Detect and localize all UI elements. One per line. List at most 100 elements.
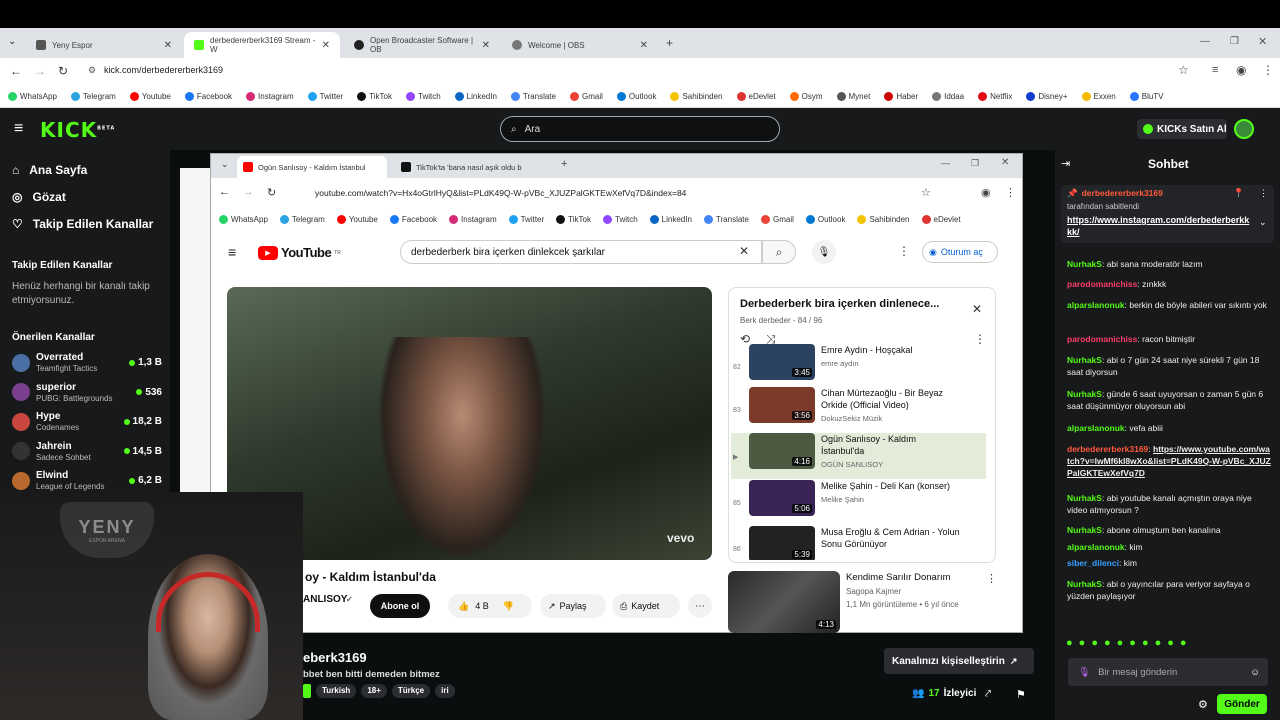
- customize-channel-button[interactable]: Kanalınızı kişiselleştirin ↗: [884, 648, 1034, 674]
- send-button[interactable]: Gönder: [1217, 694, 1267, 714]
- bookmark-item[interactable]: Facebook: [184, 92, 232, 101]
- chat-username[interactable]: alparslanonuk: [1067, 300, 1125, 310]
- recommended-channel[interactable]: Overrated Teamfight Tactics 1,3 B: [12, 352, 162, 373]
- bookmark-item[interactable]: Gmail: [569, 92, 603, 101]
- back-icon[interactable]: ←: [10, 64, 22, 78]
- tag[interactable]: Türkçe: [391, 684, 431, 698]
- bookmark-item[interactable]: Twitch: [406, 92, 441, 101]
- share-icon[interactable]: ⤤: [985, 688, 991, 701]
- chat-username[interactable]: parodomanichiss: [1067, 279, 1137, 289]
- emote-icon[interactable]: ●: [1167, 637, 1174, 653]
- menu-dots-icon[interactable]: ⋮: [1262, 63, 1274, 77]
- emote-icon[interactable]: ●: [1066, 637, 1073, 653]
- bookmark-star-icon[interactable]: ☆: [1178, 63, 1189, 77]
- browser-tab[interactable]: Welcome | OBS ✕: [502, 32, 658, 58]
- bookmark-item[interactable]: Haber: [884, 92, 918, 101]
- collapse-chat-icon[interactable]: ⇥: [1061, 157, 1070, 170]
- recommended-channel[interactable]: Hype Codenames 18,2 B: [12, 411, 162, 432]
- bookmark-item[interactable]: Telegram: [70, 92, 116, 101]
- profile-icon[interactable]: ◉: [1236, 63, 1246, 77]
- recommended-channel[interactable]: Elwind League of Legends 6,2 B: [12, 470, 162, 491]
- emote-icon[interactable]: ●: [1117, 637, 1124, 653]
- bookmark-item[interactable]: Outlook: [616, 92, 656, 101]
- chat-username[interactable]: siber_dilenci: [1067, 558, 1119, 568]
- chat-input[interactable]: 🎙 Bir mesaj gönderin ☺: [1068, 658, 1268, 686]
- chat-username[interactable]: NurhakS: [1067, 579, 1102, 589]
- chat-username[interactable]: derbedererberk3169: [1067, 444, 1148, 454]
- kick-logo[interactable]: KICKBETA: [40, 118, 115, 142]
- nav-home[interactable]: ⌂ Ana Sayfa: [12, 163, 87, 177]
- site-info-icon[interactable]: ⚙: [88, 65, 96, 76]
- chat-username[interactable]: alparslanonuk: [1067, 423, 1125, 433]
- bookmark-item[interactable]: Iddaa: [932, 92, 964, 101]
- emote-icon[interactable]: ●: [1079, 637, 1086, 653]
- forward-icon[interactable]: →: [34, 64, 46, 78]
- tag[interactable]: 18+: [361, 684, 387, 698]
- emote-icon[interactable]: ●: [1091, 637, 1098, 653]
- bookmark-item[interactable]: BluTV: [1129, 92, 1164, 101]
- bookmark-item[interactable]: eDevlet: [736, 92, 776, 101]
- chat-username[interactable]: NurhakS: [1067, 389, 1102, 399]
- chat-username[interactable]: NurhakS: [1067, 525, 1102, 535]
- pin-menu-icon[interactable]: ⋮: [1259, 188, 1268, 199]
- unpin-icon[interactable]: 📍: [1233, 188, 1244, 199]
- expand-icon[interactable]: ⌄: [1259, 217, 1267, 228]
- emote-icon[interactable]: ●: [1142, 637, 1149, 653]
- user-avatar[interactable]: [1234, 119, 1254, 139]
- url-field[interactable]: kick.com/derbedererberk3169: [104, 65, 223, 75]
- chat-username[interactable]: NurhakS: [1067, 355, 1102, 365]
- buy-kicks-button[interactable]: KICKs Satın Al: [1137, 119, 1227, 139]
- close-icon[interactable]: ✕: [640, 40, 648, 51]
- nav-browse[interactable]: ◎ Gözat: [12, 190, 66, 204]
- bookmark-item[interactable]: Disney+: [1026, 92, 1068, 101]
- bookmark-item[interactable]: Exxen: [1081, 92, 1116, 101]
- hamburger-menu-icon[interactable]: ≡: [14, 120, 23, 138]
- bookmark-item[interactable]: LinkedIn: [454, 92, 497, 101]
- bookmark-item[interactable]: Netflix: [978, 92, 1012, 101]
- bookmark-item[interactable]: Instagram: [246, 92, 294, 101]
- search-input[interactable]: ⌕ Ara: [500, 116, 780, 142]
- emote-icon[interactable]: ●: [1155, 637, 1162, 653]
- chat-username[interactable]: alparslanonuk: [1067, 542, 1125, 552]
- pinned-link[interactable]: https://www.instagram.com/derbederberkkk…: [1067, 214, 1252, 238]
- bookmark-item[interactable]: Mynet: [836, 92, 870, 101]
- close-icon[interactable]: ✕: [322, 40, 330, 51]
- bookmark-item[interactable]: TikTok: [357, 92, 392, 101]
- bookmark-item[interactable]: Twitter: [307, 92, 343, 101]
- recommended-channel[interactable]: Jahrein Sadece Sohbet 14,5 B: [12, 441, 162, 462]
- recommended-channel[interactable]: superior PUBG: Battlegrounds 536: [12, 382, 162, 403]
- emote-bar[interactable]: ● ● ● ● ● ● ● ● ● ●: [1066, 637, 1274, 653]
- bookmark-item[interactable]: Youtube: [129, 92, 171, 101]
- reload-icon[interactable]: ↻: [58, 64, 68, 78]
- chat-message: alparslanonuk: berkin de böyle abileri v…: [1067, 299, 1272, 311]
- bookmark-item[interactable]: Osym: [789, 92, 823, 101]
- media-icon[interactable]: ≡: [1212, 64, 1218, 76]
- emoji-icon[interactable]: ☺: [1250, 667, 1260, 678]
- nav-following[interactable]: ♡ Takip Edilen Kanallar: [12, 217, 153, 231]
- chat-username[interactable]: NurhakS: [1067, 259, 1102, 269]
- emote-icon[interactable]: ●: [1129, 637, 1136, 653]
- close-window-icon[interactable]: ✕: [1258, 35, 1267, 48]
- restore-icon[interactable]: ❐: [1230, 36, 1239, 47]
- close-icon[interactable]: ✕: [164, 40, 172, 51]
- add-user-icon[interactable]: ⚑: [1016, 688, 1026, 701]
- bookmark-item[interactable]: Sahibinden: [670, 92, 723, 101]
- browser-tab-active[interactable]: derbedererberk3169 Stream - W ✕: [184, 32, 340, 58]
- browser-tab[interactable]: Open Broadcaster Software | OB ✕: [344, 32, 500, 58]
- bookmark-item[interactable]: WhatsApp: [8, 92, 57, 101]
- bookmark-item[interactable]: Translate: [510, 92, 556, 101]
- tag[interactable]: Turkish: [316, 684, 357, 698]
- chat-username[interactable]: parodomanichiss: [1067, 334, 1137, 344]
- emote-icon[interactable]: ●: [1180, 637, 1187, 653]
- settings-gear-icon[interactable]: ⚙: [1198, 698, 1208, 711]
- tag[interactable]: iri: [435, 684, 455, 698]
- new-tab-icon[interactable]: +: [666, 36, 673, 50]
- close-icon[interactable]: ✕: [482, 40, 490, 51]
- emote-icon[interactable]: ●: [1104, 637, 1111, 653]
- browser-tab[interactable]: Yeny Espor ✕: [26, 32, 182, 58]
- vevo-watermark: vevo: [667, 531, 695, 545]
- streamer-name[interactable]: eberk3169: [303, 650, 367, 665]
- tab-list-icon[interactable]: ⌄: [8, 36, 16, 47]
- chat-username[interactable]: NurhakS: [1067, 493, 1102, 503]
- minimize-icon[interactable]: —: [1200, 36, 1210, 47]
